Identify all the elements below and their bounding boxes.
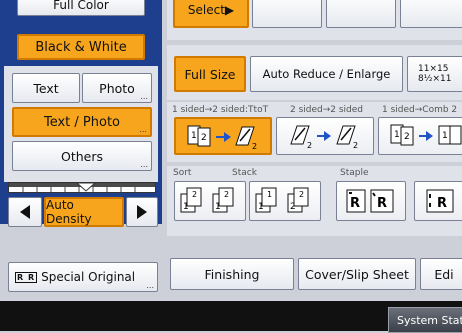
system-status-button[interactable]: System Stat <box>388 307 462 333</box>
svg-text:2: 2 <box>224 190 229 199</box>
sort-icon: 1 2 1 2 <box>180 187 234 213</box>
duplex-caption-1: 1 sided→2 sided:TtoT <box>172 105 269 115</box>
duplex-1-to-2-button[interactable]: 1 2 2 <box>174 117 272 155</box>
select-paper-button[interactable]: Select▶ <box>173 0 249 28</box>
edit-tab[interactable]: Edi <box>420 258 462 290</box>
svg-text:R: R <box>377 196 387 211</box>
paper-tray-button-3[interactable] <box>400 0 462 28</box>
text-label: Text <box>33 80 59 96</box>
staple-side-icon: R <box>426 189 454 213</box>
auto-reduce-label: Auto Reduce / Enlarge <box>262 67 391 81</box>
duplex-1-to-2-icon: 1 2 2 <box>187 125 257 151</box>
duplex-combine-button[interactable]: 1 2 1 <box>378 117 462 155</box>
svg-text:2: 2 <box>201 133 207 143</box>
paper-tray-button-2[interactable] <box>326 0 396 28</box>
density-darker-button[interactable] <box>126 197 158 227</box>
svg-text:R: R <box>437 196 447 211</box>
preset-reduce-button[interactable]: 11×15 8½×11 <box>407 56 462 92</box>
density-scale-icon <box>9 183 155 192</box>
svg-text:2: 2 <box>353 141 358 150</box>
full-color-button[interactable]: Full Color <box>17 0 145 16</box>
svg-text:2: 2 <box>404 132 410 142</box>
density-lighter-button[interactable] <box>8 197 42 227</box>
duplex-caption-2: 2 sided→2 sided <box>290 105 364 115</box>
svg-text:1: 1 <box>442 131 448 141</box>
more-options-icon: ... <box>140 92 148 101</box>
auto-density-label: Auto Density <box>46 198 92 226</box>
select-label: Select▶ <box>187 3 235 17</box>
more-options-icon: ... <box>139 125 147 134</box>
size-top-label: 11×15 <box>418 64 449 74</box>
full-size-label: Full Size <box>184 66 236 82</box>
sort-button[interactable]: 1 2 1 2 <box>174 181 246 221</box>
black-white-button[interactable]: Black & White <box>17 34 145 60</box>
others-label: Others <box>60 148 103 164</box>
cover-slip-sheet-tab[interactable]: Cover/Slip Sheet <box>298 258 416 290</box>
svg-text:2: 2 <box>299 190 304 199</box>
more-options-icon: ... <box>140 160 148 169</box>
svg-text:R: R <box>350 196 360 211</box>
duplex-caption-3: 1 sided→Comb 2 <box>382 105 458 115</box>
svg-text:2: 2 <box>192 190 197 199</box>
staple-top-icon: R R <box>346 189 394 213</box>
auto-reduce-enlarge-button[interactable]: Auto Reduce / Enlarge <box>250 56 403 92</box>
svg-text:1: 1 <box>394 130 400 140</box>
full-color-label: Full Color <box>53 0 109 12</box>
duplex-2-to-2-button[interactable]: 2 2 <box>276 117 374 155</box>
special-original-icon: R R <box>15 271 38 283</box>
full-size-button[interactable]: Full Size <box>174 56 246 92</box>
edit-label: Edi <box>434 266 454 282</box>
arrow-right-icon <box>137 205 147 219</box>
special-original-button[interactable]: R R Special Original ... <box>8 262 158 292</box>
staple-side-button[interactable]: R <box>414 181 462 221</box>
text-button[interactable]: Text <box>12 73 80 103</box>
system-status-label: System Stat <box>397 313 462 327</box>
arrow-left-icon <box>20 205 30 219</box>
svg-text:2: 2 <box>252 142 257 151</box>
finishing-label: Finishing <box>204 266 260 282</box>
sort-caption: Sort <box>173 168 192 178</box>
stack-icon: 1 1 2 2 <box>255 187 309 213</box>
photo-label: Photo <box>99 80 135 96</box>
photo-button[interactable]: Photo ... <box>82 73 152 103</box>
stack-button[interactable]: 1 1 2 2 <box>249 181 321 221</box>
paper-tray-button-1[interactable] <box>252 0 322 28</box>
svg-text:1: 1 <box>267 190 272 199</box>
text-photo-button[interactable]: Text / Photo ... <box>12 107 152 137</box>
special-original-label: Special Original <box>41 270 136 284</box>
svg-text:2: 2 <box>307 141 312 150</box>
svg-text:1: 1 <box>191 131 197 141</box>
auto-density-button[interactable]: Auto Density <box>44 197 124 227</box>
finishing-tab[interactable]: Finishing <box>170 258 294 290</box>
duplex-combine-icon: 1 2 1 <box>390 124 462 146</box>
size-bottom-label: 8½×11 <box>418 74 452 84</box>
others-button[interactable]: Others ... <box>12 141 152 171</box>
staple-top-button[interactable]: R R <box>336 181 406 221</box>
black-white-label: Black & White <box>35 39 127 55</box>
staple-caption: Staple <box>340 168 369 178</box>
more-options-icon: ... <box>146 281 154 290</box>
density-scale <box>8 182 156 193</box>
cover-slip-sheet-label: Cover/Slip Sheet <box>305 266 409 282</box>
duplex-2-to-2-icon: 2 2 <box>290 125 358 150</box>
text-photo-label: Text / Photo <box>43 114 121 130</box>
stack-caption: Stack <box>232 168 257 178</box>
